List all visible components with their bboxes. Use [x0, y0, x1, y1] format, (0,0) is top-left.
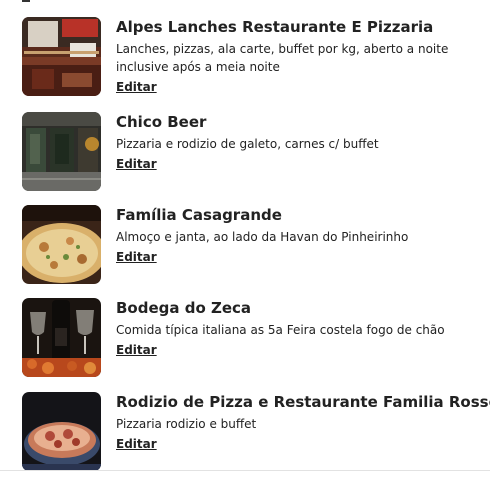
restaurant-photo	[22, 17, 101, 96]
restaurant-info: Rodizio de Pizza e Restaurante Familia R…	[116, 392, 490, 452]
restaurant-info: Família Casagrande Almoço e janta, ao la…	[116, 205, 486, 265]
restaurant-name: Bodega do Zeca	[116, 299, 252, 317]
restaurant-info: Chico Beer Pizzaria e rodizio de galeto,…	[116, 112, 486, 172]
restaurant-photo	[22, 205, 101, 284]
restaurant-info: Alpes Lanches Restaurante E Pizzaria Lan…	[116, 17, 486, 95]
list-item: Chico Beer Pizzaria e rodizio de galeto,…	[0, 112, 490, 192]
restaurant-description: Lanches, pizzas, ala carte, buffet por k…	[116, 42, 449, 74]
list-item: Bodega do Zeca Comida típica italiana as…	[0, 298, 490, 378]
restaurant-name: Alpes Lanches Restaurante E Pizzaria	[116, 18, 434, 36]
edit-link[interactable]: Editar	[116, 79, 157, 95]
list-item: Família Casagrande Almoço e janta, ao la…	[0, 205, 490, 285]
restaurant-description: Pizzaria rodizio e buffet	[116, 417, 257, 431]
restaurant-description: Pizzaria e rodizio de galeto, carnes c/ …	[116, 137, 379, 151]
list-item: Alpes Lanches Restaurante E Pizzaria Lan…	[0, 17, 490, 97]
restaurant-name: Família Casagrande	[116, 206, 282, 224]
list-item: Rodizio de Pizza e Restaurante Familia R…	[0, 392, 490, 472]
edit-link[interactable]: Editar	[116, 436, 157, 452]
restaurant-description: Comida típica italiana as 5a Feira coste…	[116, 323, 445, 337]
restaurant-name: Chico Beer	[116, 113, 207, 131]
restaurant-info: Bodega do Zeca Comida típica italiana as…	[116, 298, 486, 358]
top-divider	[22, 0, 30, 2]
edit-link[interactable]: Editar	[116, 156, 157, 172]
edit-link[interactable]: Editar	[116, 342, 157, 358]
restaurant-description: Almoço e janta, ao lado da Havan do Pinh…	[116, 230, 409, 244]
restaurant-photo	[22, 298, 101, 377]
restaurant-photo	[22, 392, 101, 471]
restaurant-name: Rodizio de Pizza e Restaurante Familia R…	[116, 393, 490, 411]
bottom-divider	[0, 470, 490, 471]
edit-link[interactable]: Editar	[116, 249, 157, 265]
restaurant-photo	[22, 112, 101, 191]
